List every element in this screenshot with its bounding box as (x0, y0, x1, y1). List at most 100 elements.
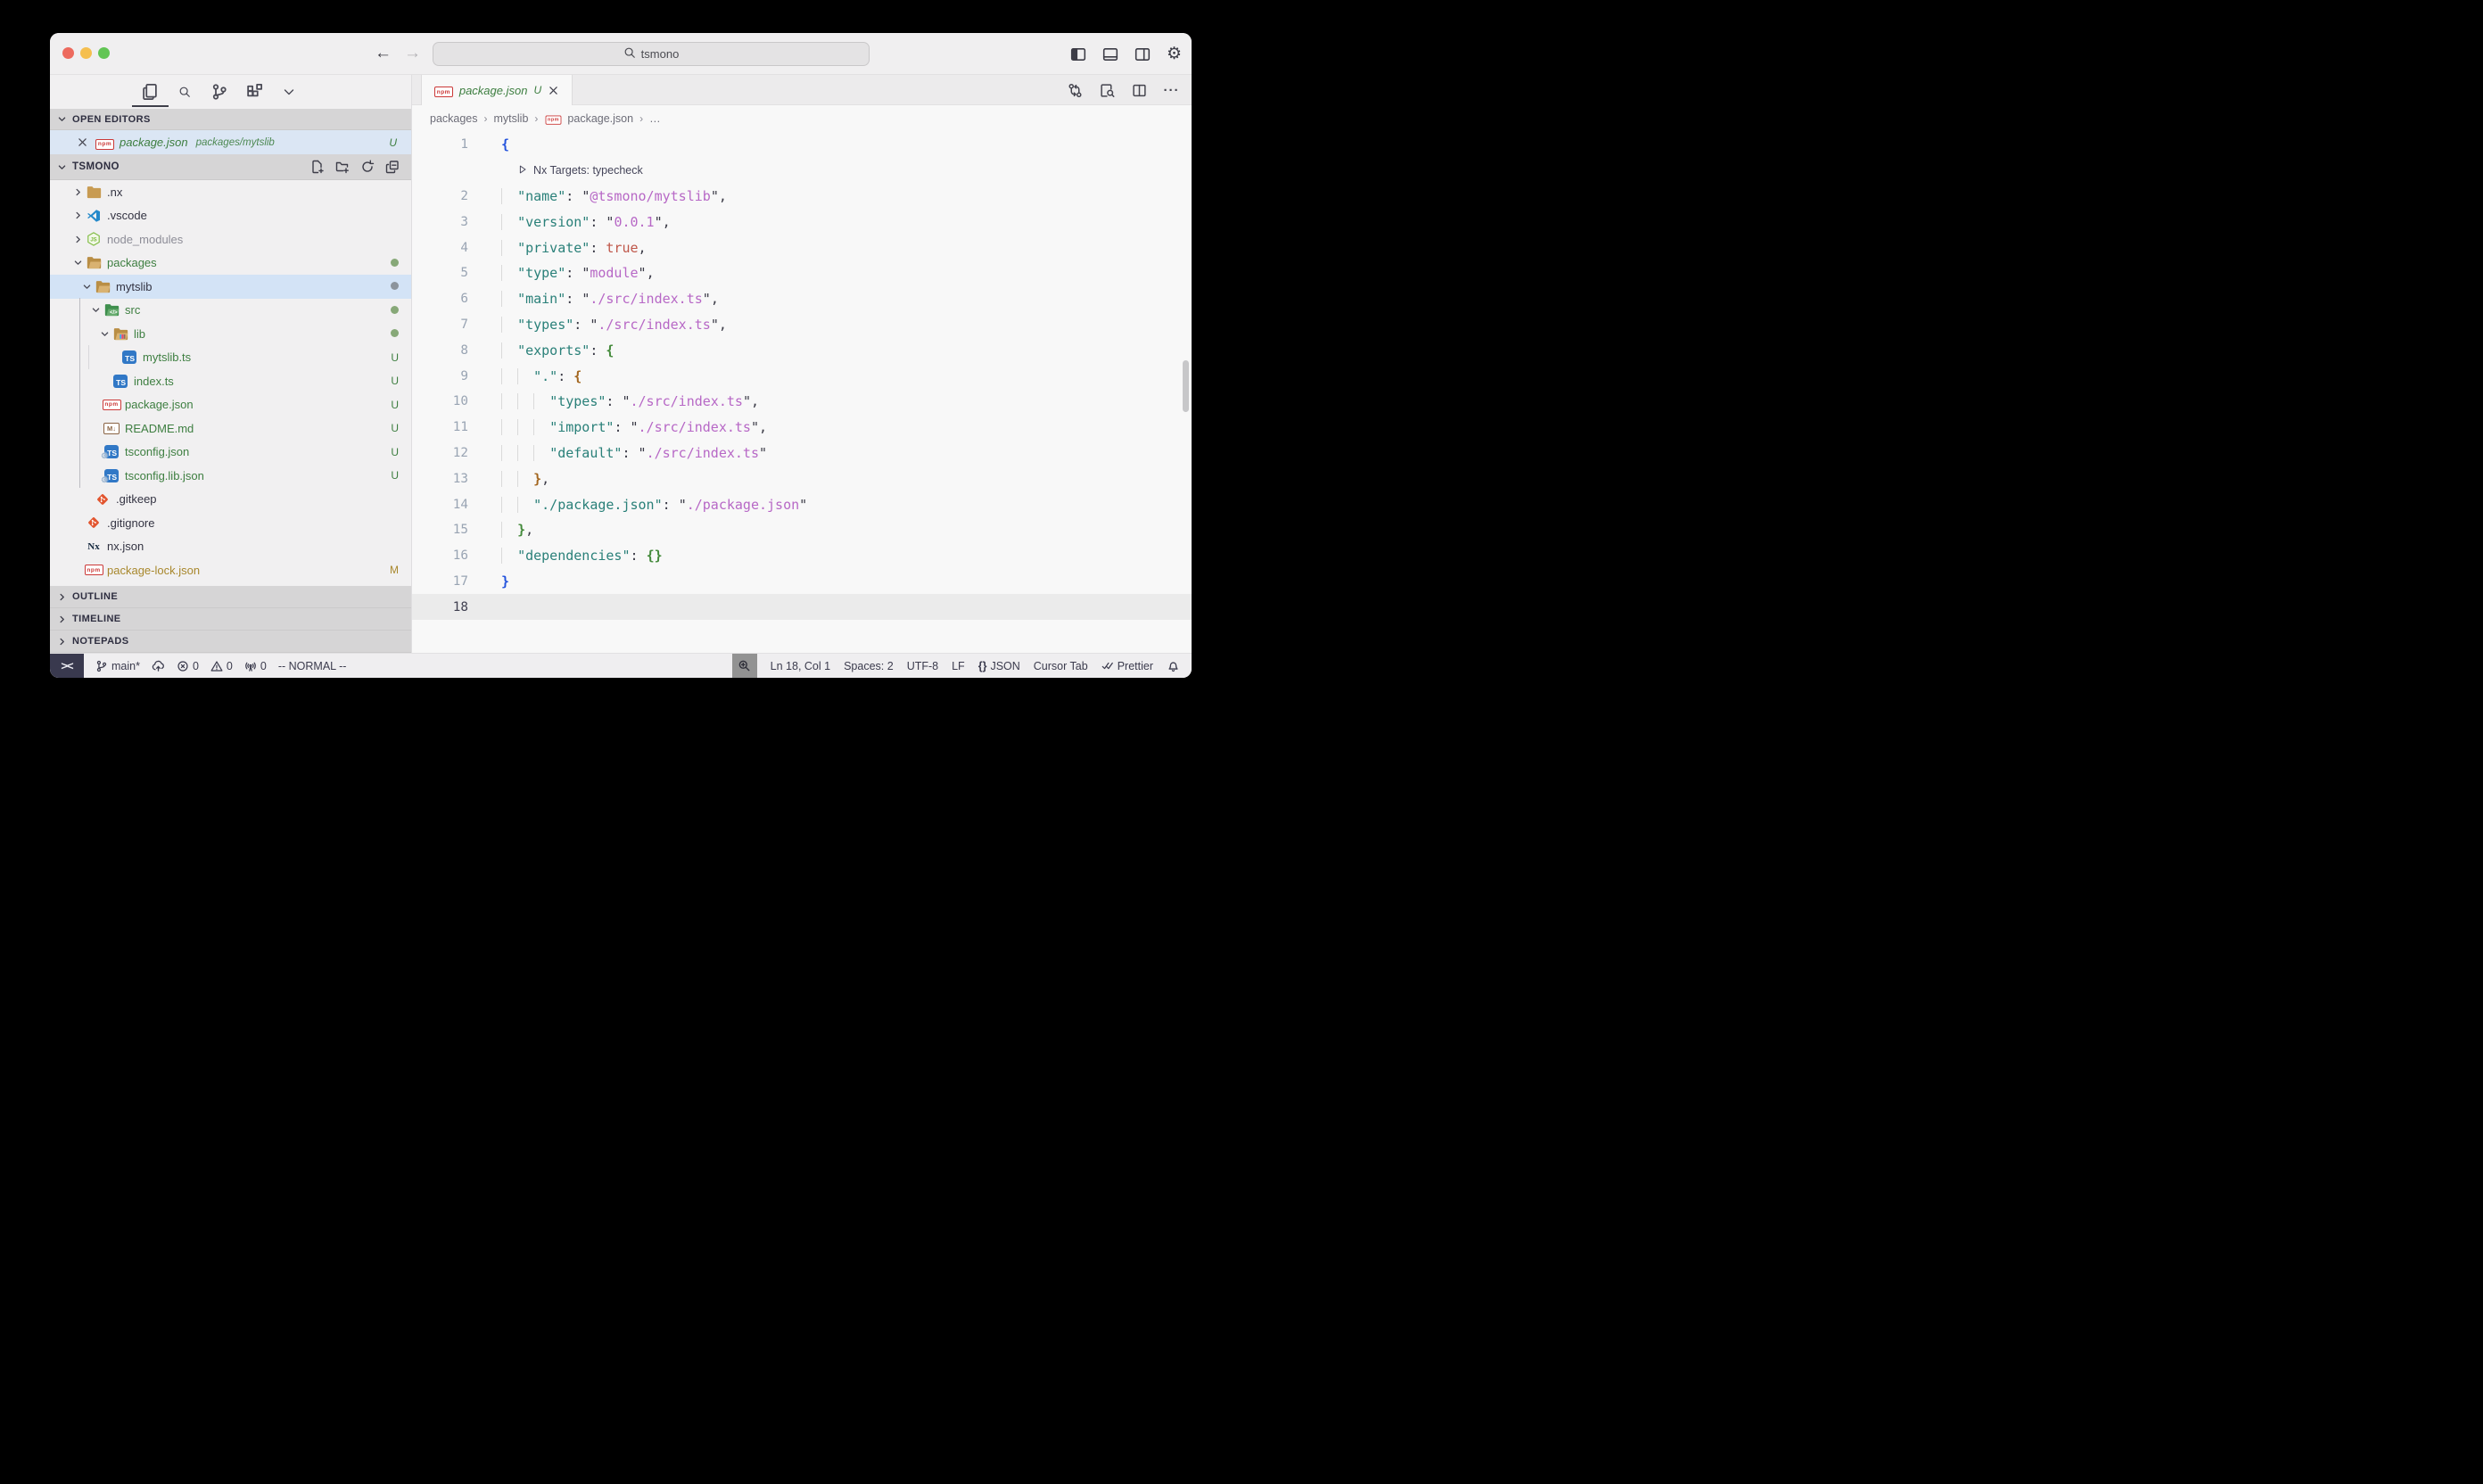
status-indentation[interactable]: Spaces: 2 (844, 660, 894, 672)
more-actions-icon[interactable]: ··· (1164, 83, 1179, 98)
tree-item-tsconfig.json[interactable]: TStsconfig.jsonU (50, 441, 411, 465)
code-line-6[interactable]: 6 "main": "./src/index.ts", (412, 286, 1192, 312)
code-line-14[interactable]: 14 "./package.json": "./package.json" (412, 491, 1192, 517)
status-notifications[interactable] (1167, 659, 1180, 672)
forward-arrow-icon[interactable]: → (404, 41, 421, 66)
collapse-all-icon[interactable] (385, 160, 400, 174)
code-line-12[interactable]: 12 "default": "./src/index.ts" (412, 441, 1192, 466)
tree-item-.gitkeep[interactable]: .gitkeep (50, 488, 411, 512)
editor-scrollbar[interactable] (1183, 360, 1189, 412)
tree-item-README.md[interactable]: M↓README.mdU (50, 416, 411, 441)
tree-item-node_modules[interactable]: JSnode_modules (50, 227, 411, 251)
status-publish[interactable] (152, 659, 165, 672)
tree-item-mytslib.ts[interactable]: TSmytslib.tsU (50, 346, 411, 370)
status-vim-mode[interactable]: -- NORMAL -- (278, 660, 347, 672)
layout-sidebar-left-icon[interactable] (1069, 45, 1086, 62)
code-line-16[interactable]: 16 "dependencies": {} (412, 543, 1192, 569)
source-control-icon[interactable] (210, 83, 228, 101)
layout-panel-icon[interactable] (1101, 45, 1118, 62)
tree-item-.gitignore[interactable]: .gitignore (50, 511, 411, 535)
tree-item-index.ts[interactable]: TSindex.tsU (50, 369, 411, 393)
explorer-section-header[interactable]: TSMONO (50, 154, 411, 180)
status-formatter[interactable]: Prettier (1101, 660, 1153, 672)
zoom-window-button[interactable] (98, 47, 110, 59)
code-line-2[interactable]: 2 "name": "@tsmono/mytslib", (412, 184, 1192, 210)
sidebar-section-timeline[interactable]: TIMELINE (50, 608, 411, 631)
layout-sidebar-right-icon[interactable] (1134, 45, 1151, 62)
sidebar-section-notepads[interactable]: NOTEPADS (50, 631, 411, 653)
preview-search-icon[interactable] (1100, 83, 1115, 98)
status-zoom-indicator[interactable] (732, 654, 757, 678)
tree-item-label: packages (107, 256, 157, 269)
split-editor-icon[interactable] (1132, 83, 1147, 98)
code-line-8[interactable]: 8 "exports": { (412, 337, 1192, 363)
command-center-search[interactable]: tsmono (433, 42, 870, 66)
status-warnings[interactable]: 0 (210, 660, 233, 672)
status-ports[interactable]: 0 (244, 660, 267, 672)
status-eol[interactable]: LF (952, 660, 965, 672)
new-folder-icon[interactable] (335, 160, 350, 174)
code-line-9[interactable]: 9 ".": { (412, 363, 1192, 389)
code-line-3[interactable]: 3 "version": "0.0.1", (412, 209, 1192, 235)
close-icon[interactable] (77, 136, 89, 148)
minimize-window-button[interactable] (80, 47, 92, 59)
tab-package-json[interactable]: npm package.json U (421, 75, 573, 105)
settings-gear-icon[interactable]: ⚙ (1166, 45, 1183, 62)
line-number: 11 (412, 420, 476, 434)
breadcrumb-item[interactable]: npmpackage.json (544, 111, 633, 126)
status-encoding[interactable]: UTF-8 (907, 660, 938, 672)
breadcrumb-item[interactable]: mytslib (494, 112, 529, 125)
tree-item-tsconfig.lib.json[interactable]: TStsconfig.lib.jsonU (50, 464, 411, 488)
editor-actions: ··· (1068, 75, 1179, 105)
code-line-17[interactable]: 17} (412, 569, 1192, 595)
code-line-4[interactable]: 4 "private": true, (412, 235, 1192, 260)
tree-item-lib[interactable]: lib (50, 322, 411, 346)
new-file-icon[interactable] (310, 160, 325, 174)
search-icon[interactable] (176, 83, 194, 101)
code-line-18[interactable]: 18 (412, 594, 1192, 620)
back-arrow-icon[interactable]: ← (375, 41, 392, 66)
status-cursor-tab[interactable]: Cursor Tab (1034, 660, 1088, 672)
chevron-down-icon (57, 114, 68, 124)
tree-item-package-lock.json[interactable]: npmpackage-lock.jsonM (50, 558, 411, 582)
tree-item-mytslib[interactable]: mytslib (50, 275, 411, 299)
tree-item-package.json[interactable]: npmpackage.jsonU (50, 393, 411, 417)
code-line-13[interactable]: 13 }, (412, 466, 1192, 491)
line-number: 5 (412, 266, 476, 280)
sidebar-section-outline[interactable]: OUTLINE (50, 586, 411, 608)
status-remote-indicator[interactable]: >< (50, 654, 84, 678)
tree-item-src[interactable]: </>src (50, 299, 411, 323)
code-editor[interactable]: 1{Nx Targets: typecheck2 "name": "@tsmon… (412, 132, 1192, 653)
git-status-badge: U (391, 399, 411, 411)
code-line-10[interactable]: 10 "types": "./src/index.ts", (412, 389, 1192, 415)
status-cursor-position[interactable]: Ln 18, Col 1 (771, 660, 830, 672)
open-editor-item[interactable]: npm package.json packages/mytslib U (50, 130, 411, 154)
status-git-branch[interactable]: main* (95, 660, 140, 672)
breadcrumb-item[interactable]: packages (430, 112, 478, 125)
status-errors[interactable]: 0 (177, 660, 199, 672)
line-number: 18 (412, 600, 476, 614)
close-window-button[interactable] (62, 47, 74, 59)
code-line-15[interactable]: 15 }, (412, 517, 1192, 543)
status-language-mode[interactable]: {}JSON (978, 660, 1020, 672)
breadcrumb-item[interactable]: … (649, 112, 661, 125)
play-outline-icon (517, 164, 528, 177)
chevron-down-icon[interactable] (280, 83, 298, 101)
code-line-1[interactable]: 1{ (412, 132, 1192, 158)
files-icon[interactable] (141, 83, 159, 101)
compare-changes-icon[interactable] (1068, 83, 1083, 98)
line-number: 6 (412, 292, 476, 306)
refresh-icon[interactable] (360, 160, 375, 174)
tree-item-.vscode[interactable]: .vscode (50, 204, 411, 228)
code-line-7[interactable]: 7 "types": "./src/index.ts", (412, 312, 1192, 338)
codelens-nx-targets[interactable]: Nx Targets: typecheck (412, 158, 1192, 184)
code-line-5[interactable]: 5 "type": "module", (412, 260, 1192, 286)
tree-item-nx.json[interactable]: Nxnx.json (50, 535, 411, 559)
tree-item-packages[interactable]: packages (50, 251, 411, 276)
open-editors-header[interactable]: OPEN EDITORS (50, 109, 411, 130)
close-icon[interactable] (548, 85, 559, 96)
extensions-icon[interactable] (245, 83, 263, 101)
code-line-11[interactable]: 11 "import": "./src/index.ts", (412, 415, 1192, 441)
cloud-upload-icon (152, 659, 165, 672)
tree-item-.nx[interactable]: .nx (50, 180, 411, 204)
